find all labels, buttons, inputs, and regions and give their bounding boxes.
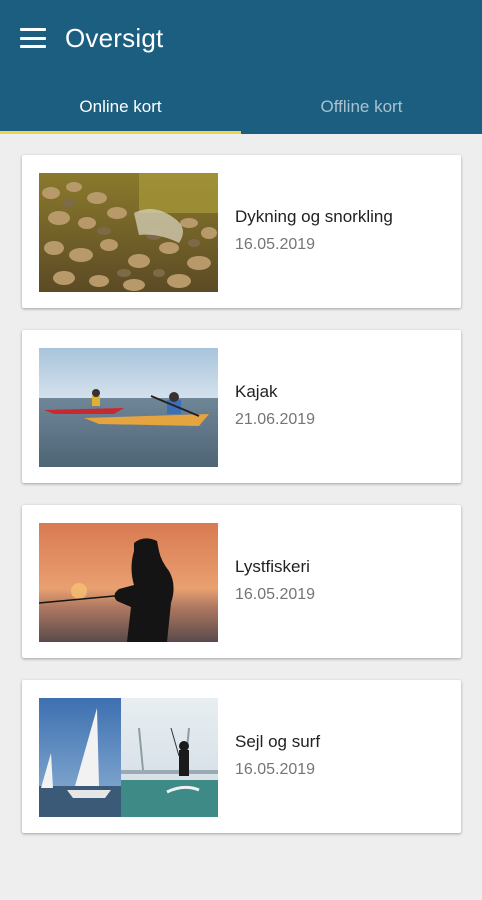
card-title: Dykning og snorkling <box>235 207 393 226</box>
card-lystfiskeri[interactable]: Lystfiskeri 16.05.2019 <box>22 505 461 658</box>
card-thumbnail-image <box>39 348 218 467</box>
tab-online-kort[interactable]: Online kort <box>0 86 241 134</box>
active-tab-indicator <box>0 131 241 134</box>
card-title: Kajak <box>235 382 278 401</box>
card-date: 16.05.2019 <box>235 586 316 603</box>
card-kajak[interactable]: Kajak 21.06.2019 <box>22 330 461 483</box>
app-bar: Oversigt Online kort Offline kort <box>0 0 482 134</box>
card-date: 21.06.2019 <box>235 411 316 428</box>
card-title: Sejl og surf <box>235 732 321 751</box>
card-dykning-og-snorkling[interactable]: Dykning og snorkling 16.05.2019 <box>22 155 461 308</box>
tab-bar: Online kort Offline kort <box>0 86 482 134</box>
card-sejl-og-surf[interactable]: Sejl og surf 16.05.2019 <box>22 680 461 833</box>
tab-offline-kort[interactable]: Offline kort <box>241 86 482 134</box>
hamburger-menu-icon[interactable] <box>20 28 46 48</box>
card-thumbnail-image <box>39 173 218 292</box>
card-title: Lystfiskeri <box>235 557 310 576</box>
card-date: 16.05.2019 <box>235 761 316 778</box>
card-thumbnail-image <box>39 698 218 817</box>
card-date: 16.05.2019 <box>235 236 316 253</box>
card-thumbnail-image <box>39 523 218 642</box>
page-title: Oversigt <box>65 23 164 53</box>
tab-label: Online kort <box>79 97 162 116</box>
tab-label: Offline kort <box>320 97 403 116</box>
